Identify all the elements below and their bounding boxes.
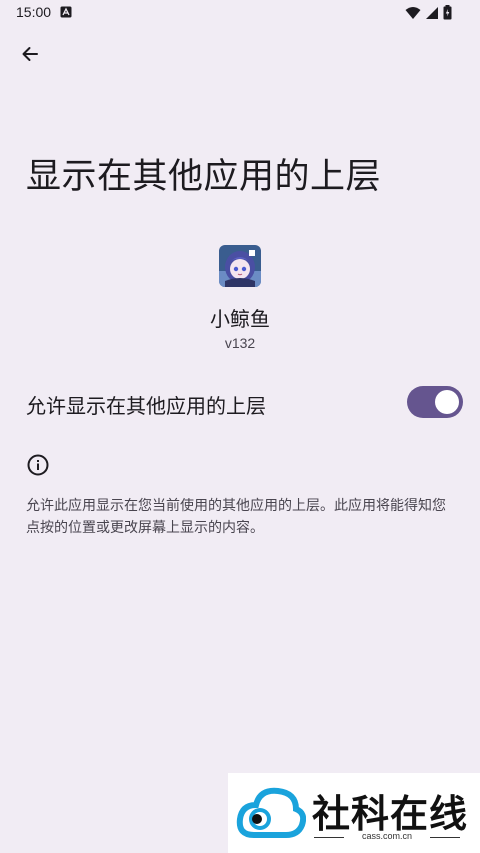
cloud-logo [236,785,307,847]
status-time: 15:00 [16,4,52,20]
permission-description: 允许此应用显示在您当前使用的其他应用的上层。此应用将能得知您点按的位置或更改屏幕… [26,498,446,536]
app-version: v132 [224,335,256,351]
a-box-icon [60,6,72,18]
status-icons [405,5,452,24]
arrow-left-icon [20,44,40,68]
permission-switch[interactable] [407,386,463,418]
watermark-sub: cass.com.cn [361,831,412,841]
info-icon [26,453,50,477]
status-bar: 15:00 [0,0,480,26]
wifi-icon [405,6,421,24]
page-title: 显示在其他应用的上层 [26,157,382,197]
permission-toggle-row[interactable]: 允许显示在其他应用的上层 [0,376,480,430]
back-button[interactable] [14,40,46,72]
permission-label: 允许显示在其他应用的上层 [26,394,266,418]
watermark: 社科在线 cass.com.cn [228,773,480,853]
watermark-text: 社科在线 [312,792,469,836]
watermark-line-right [430,837,460,838]
app-avatar-icon [219,245,261,287]
switch-thumb [435,390,459,414]
app-name: 小鲸鱼 [210,307,270,331]
signal-icon [425,6,439,24]
battery-icon [443,5,452,24]
